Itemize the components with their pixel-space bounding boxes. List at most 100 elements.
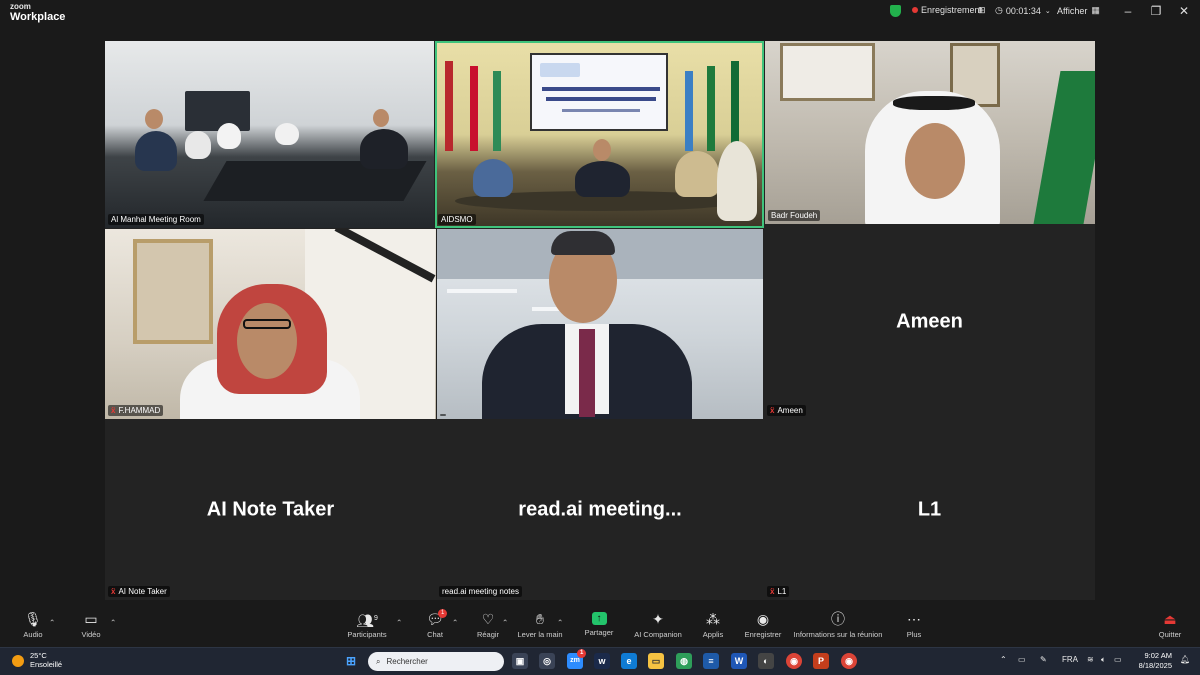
recording-indicator[interactable]: Enregistrement <box>912 5 982 15</box>
participant-tile[interactable]: AI Note Taker ẍ AI Note Taker <box>105 419 436 600</box>
close-button[interactable]: ✕ <box>1174 4 1194 18</box>
participant-name-tag: ẍ Ameen <box>767 405 806 416</box>
zoom-app-badge: 1 <box>577 649 587 658</box>
wifi-icon[interactable]: ≋ <box>1087 655 1094 664</box>
audio-button[interactable]: 🎙︎ Audio <box>20 612 46 639</box>
search-icon: ⌕ <box>376 656 381 666</box>
quit-button[interactable]: ⏏ Quitter <box>1156 612 1184 639</box>
record-icon: ◉ <box>756 611 770 627</box>
video-button[interactable]: ▭ Vidéo <box>76 612 106 639</box>
flag <box>685 71 693 151</box>
windows-start-icon[interactable]: ⊞ <box>343 653 359 669</box>
participant-name-tag: Al Manhal Meeting Room <box>108 214 204 225</box>
participant-face <box>373 109 389 127</box>
apps-icon: ⁂ <box>706 611 720 627</box>
react-button[interactable]: ♡ Réagir <box>474 612 502 639</box>
mic-muted-icon: ẍ <box>111 406 116 415</box>
clock-date: 8/18/2025 <box>1138 660 1172 670</box>
language-indicator[interactable]: FRA <box>1062 655 1078 664</box>
share-arrow-icon: ↑ <box>591 612 607 625</box>
globe-icon[interactable]: ◍ <box>676 653 692 669</box>
grid-icon: ▦ <box>1091 5 1100 15</box>
title-bar: zoom Workplace Enregistrement ⊞ ◷ 00:01:… <box>0 0 1200 27</box>
gallery-grid-icon[interactable]: ⊞ <box>978 5 986 16</box>
video-tile[interactable]: Badr Foudeh <box>765 41 1095 224</box>
notes-icon[interactable]: ≡ <box>703 653 719 669</box>
video-tile[interactable]: Al Manhal Meeting Room <box>105 41 434 228</box>
record-button[interactable]: ◉ Enregistrer <box>743 612 783 639</box>
tray-expand-icon[interactable]: ⌃ <box>1000 655 1007 664</box>
video-options-caret[interactable]: ⌃ <box>110 618 116 627</box>
powerpoint-icon[interactable]: P <box>813 653 829 669</box>
participant-name-tag: ẍ F.HAMMAD <box>108 405 164 416</box>
video-label: Vidéo <box>81 630 101 639</box>
raise-hand-label: Lever la main <box>517 630 563 639</box>
participant-tile[interactable]: read.ai meeting... read.ai meeting notes <box>436 419 764 600</box>
sun-icon <box>12 654 24 667</box>
wall-portrait <box>780 43 875 101</box>
tray-app-icon[interactable]: ▭ <box>1018 655 1026 664</box>
participants-options-caret[interactable]: ⌃ <box>396 618 402 627</box>
volume-icon[interactable]: 🔈︎ <box>1101 655 1106 665</box>
view-button[interactable]: Afficher ▦ <box>1057 5 1100 16</box>
edge-icon[interactable]: e <box>621 653 637 669</box>
maximize-button[interactable]: ❐ <box>1146 4 1166 18</box>
microphone-icon: 🎙︎ <box>24 611 42 627</box>
participant-face <box>593 139 611 161</box>
participant-display-name: L1 <box>917 498 942 520</box>
zoom-app-icon[interactable]: zm 1 <box>567 649 587 669</box>
participants-button[interactable]: 👥︎9 Participants <box>344 612 390 639</box>
pen-icon[interactable]: ✎ <box>1040 655 1047 664</box>
app-icon[interactable]: w <box>594 653 610 669</box>
presentation-screen <box>530 53 668 131</box>
participant-name: L1 <box>777 587 787 596</box>
zoom-logo: zoom Workplace <box>10 3 65 23</box>
app-icon[interactable]: ◐ <box>758 653 774 669</box>
video-tile-active-speaker[interactable]: AIDSMO <box>435 41 764 228</box>
audio-options-caret[interactable]: ⌃ <box>49 618 55 627</box>
participant-figure <box>360 129 408 169</box>
raise-hand-options-caret[interactable]: ⌃ <box>557 618 563 627</box>
video-tile[interactable]: ẍ F.HAMMAD <box>105 229 436 419</box>
chevron-down-icon: ⌄ <box>1044 7 1051 15</box>
video-tile[interactable] <box>437 229 763 419</box>
mic-muted-icon: ẍ <box>770 587 775 596</box>
participant-figure <box>575 161 630 197</box>
more-button[interactable]: ⋯ Plus <box>903 612 925 639</box>
meeting-timer[interactable]: ◷ 00:01:34 ⌄ <box>995 5 1051 16</box>
battery-icon[interactable]: ▭ <box>1114 655 1122 664</box>
system-clock[interactable]: 9:02 AM 8/18/2025 <box>1139 651 1172 671</box>
search-placeholder: Rechercher <box>386 657 428 666</box>
encryption-indicator[interactable] <box>890 5 901 17</box>
participant-name: F.HAMMAD <box>118 406 161 415</box>
tie <box>579 329 595 417</box>
mic-muted-icon: ẍ <box>770 406 775 415</box>
participant-figure <box>717 141 757 221</box>
participant-tile[interactable]: Ameen ẍ Ameen <box>764 225 1095 419</box>
meeting-info-button[interactable]: ⓘ Informations sur la réunion <box>790 612 886 639</box>
folder-icon[interactable]: ▭ <box>648 653 664 669</box>
chrome-profile-icon[interactable]: ◉ <box>841 653 857 669</box>
chat-button[interactable]: 💬︎ 1 Chat <box>422 609 448 639</box>
taskbar-search[interactable]: ⌕ Rechercher <box>368 652 504 671</box>
participant-name: read.ai meeting notes <box>442 587 519 596</box>
chrome-icon[interactable]: ◉ <box>786 653 802 669</box>
minimize-button[interactable]: – <box>1118 4 1138 18</box>
chat-label: Chat <box>427 630 443 639</box>
react-options-caret[interactable]: ⌃ <box>502 618 508 627</box>
ai-companion-button[interactable]: ✦ AI Companion <box>632 612 684 639</box>
task-view-icon[interactable]: ▣ <box>512 653 528 669</box>
word-icon[interactable]: W <box>731 653 747 669</box>
notification-bell-icon[interactable]: 🔔︎ <box>1180 655 1190 664</box>
share-button[interactable]: ↑ Partager <box>582 612 616 637</box>
share-label: Partager <box>584 628 614 637</box>
apps-button[interactable]: ⁂ Applis <box>700 612 726 639</box>
people-icon: 👥︎9 <box>356 612 378 629</box>
camera-app-icon[interactable]: ◎ <box>539 653 555 669</box>
participant-face <box>237 303 297 379</box>
flag <box>470 66 478 151</box>
weather-widget[interactable]: 25°C Ensoleillé <box>12 651 62 669</box>
participant-tile[interactable]: L1 ẍ L1 <box>764 419 1095 600</box>
chat-options-caret[interactable]: ⌃ <box>452 618 458 627</box>
wall-portrait <box>133 239 213 344</box>
